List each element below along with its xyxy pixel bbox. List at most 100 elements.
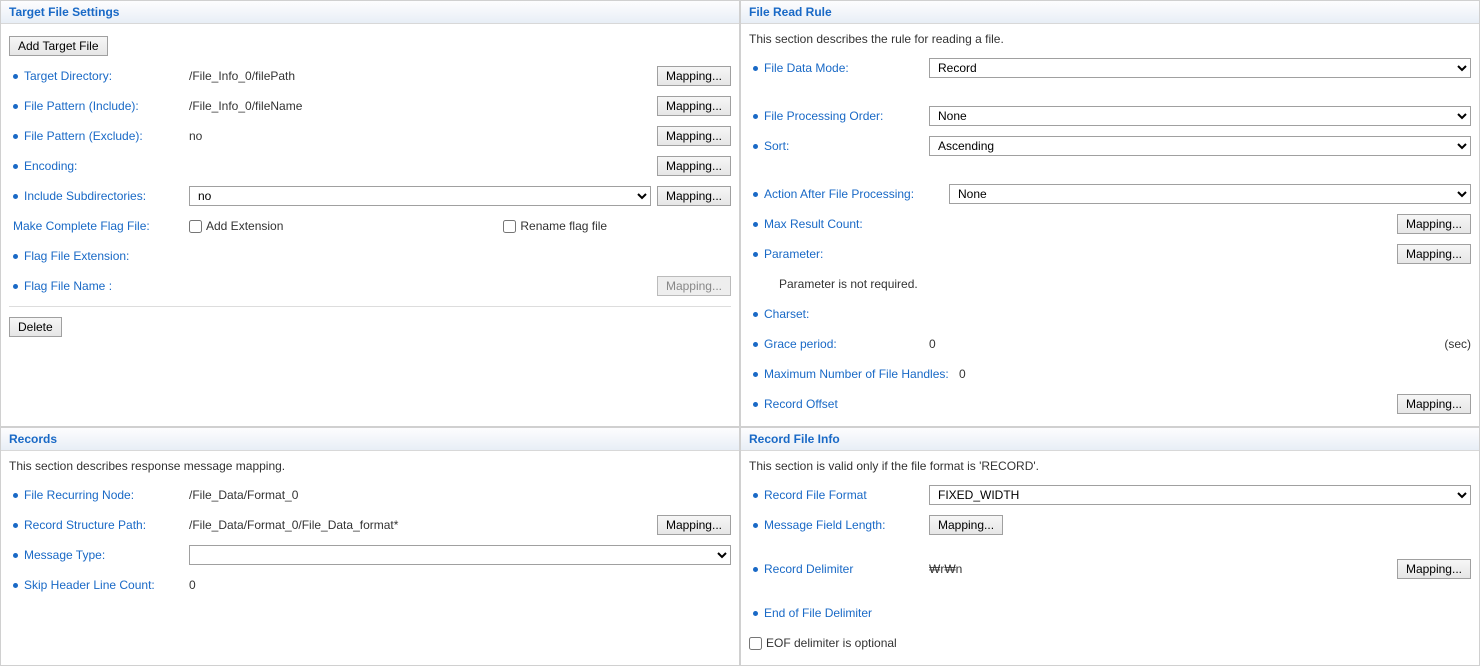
message-field-length-label: Message Field Length: (764, 518, 885, 532)
bullet-icon (13, 553, 18, 558)
charset-label: Charset: (764, 307, 809, 321)
bullet-icon (753, 523, 758, 528)
eof-optional-checkbox[interactable] (749, 637, 762, 650)
parameter-mapping-button[interactable]: Mapping... (1397, 244, 1471, 264)
bullet-icon (753, 372, 758, 377)
file-read-rule-title: File Read Rule (741, 1, 1479, 24)
file-recurring-node-value: /File_Data/Format_0 (189, 488, 298, 502)
file-pattern-exclude-label: File Pattern (Exclude): (24, 129, 143, 143)
bullet-icon (753, 114, 758, 119)
record-file-info-desc: This section is valid only if the file f… (749, 459, 1471, 473)
grace-period-value: 0 (929, 337, 936, 351)
bullet-icon (13, 74, 18, 79)
flag-file-extension-label: Flag File Extension: (24, 249, 129, 263)
record-file-format-label: Record File Format (764, 488, 867, 502)
file-pattern-exclude-value: no (189, 129, 202, 143)
message-field-length-mapping-button[interactable]: Mapping... (929, 515, 1003, 535)
record-structure-path-value: /File_Data/Format_0/File_Data_format* (189, 518, 398, 532)
record-structure-path-mapping-button[interactable]: Mapping... (657, 515, 731, 535)
file-data-mode-label: File Data Mode: (764, 61, 849, 75)
records-panel: Records This section describes response … (0, 427, 740, 666)
parameter-label: Parameter: (764, 247, 823, 261)
bullet-icon (13, 583, 18, 588)
message-type-label: Message Type: (24, 548, 105, 562)
include-subdirectories-select[interactable]: no (189, 186, 651, 206)
rename-flag-file-label: Rename flag file (520, 219, 607, 233)
record-delimiter-mapping-button[interactable]: Mapping... (1397, 559, 1471, 579)
records-title: Records (1, 428, 739, 451)
action-after-select[interactable]: None (949, 184, 1471, 204)
file-processing-order-select[interactable]: None (929, 106, 1471, 126)
bullet-icon (13, 164, 18, 169)
target-directory-mapping-button[interactable]: Mapping... (657, 66, 731, 86)
rename-flag-file-checkbox-wrap[interactable]: Rename flag file (503, 219, 607, 233)
delete-button[interactable]: Delete (9, 317, 62, 337)
encoding-mapping-button[interactable]: Mapping... (657, 156, 731, 176)
record-file-info-panel: Record File Info This section is valid o… (740, 427, 1480, 666)
parameter-note: Parameter is not required. (779, 277, 918, 291)
record-delimiter-label: Record Delimiter (764, 562, 853, 576)
max-handles-value: 0 (959, 367, 966, 381)
record-structure-path-label: Record Structure Path: (24, 518, 146, 532)
bullet-icon (13, 194, 18, 199)
record-file-info-title: Record File Info (741, 428, 1479, 451)
record-offset-mapping-button[interactable]: Mapping... (1397, 394, 1471, 414)
bullet-icon (13, 523, 18, 528)
bullet-icon (753, 192, 758, 197)
eof-optional-checkbox-wrap[interactable]: EOF delimiter is optional (749, 636, 897, 650)
grace-period-label: Grace period: (764, 337, 837, 351)
record-delimiter-value: ₩r₩n (929, 562, 962, 576)
eof-optional-label: EOF delimiter is optional (766, 636, 897, 650)
target-directory-label: Target Directory: (24, 69, 112, 83)
rename-flag-file-checkbox[interactable] (503, 220, 516, 233)
bullet-icon (753, 402, 758, 407)
include-subdirectories-label: Include Subdirectories: (24, 189, 146, 203)
file-pattern-include-value: /File_Info_0/fileName (189, 99, 302, 113)
flag-file-name-mapping-button[interactable]: Mapping... (657, 276, 731, 296)
max-result-count-label: Max Result Count: (764, 217, 863, 231)
bullet-icon (753, 493, 758, 498)
max-handles-label: Maximum Number of File Handles: (764, 367, 949, 381)
file-read-rule-panel: File Read Rule This section describes th… (740, 0, 1480, 427)
target-file-settings-panel: Target File Settings Add Target File Tar… (0, 0, 740, 427)
bullet-icon (13, 104, 18, 109)
bullet-icon (13, 493, 18, 498)
eof-delimiter-label: End of File Delimiter (764, 606, 872, 620)
file-processing-order-label: File Processing Order: (764, 109, 883, 123)
file-pattern-exclude-mapping-button[interactable]: Mapping... (657, 126, 731, 146)
action-after-label: Action After File Processing: (764, 187, 914, 201)
bullet-icon (13, 254, 18, 259)
add-extension-checkbox-wrap[interactable]: Add Extension (189, 219, 283, 233)
message-type-select[interactable] (189, 545, 731, 565)
file-pattern-include-label: File Pattern (Include): (24, 99, 139, 113)
skip-header-value: 0 (189, 578, 196, 592)
target-directory-value: /File_Info_0/filePath (189, 69, 295, 83)
file-pattern-include-mapping-button[interactable]: Mapping... (657, 96, 731, 116)
separator (9, 306, 731, 307)
bullet-icon (753, 611, 758, 616)
sort-select[interactable]: Ascending (929, 136, 1471, 156)
add-extension-checkbox[interactable] (189, 220, 202, 233)
encoding-label: Encoding: (24, 159, 77, 173)
file-recurring-node-label: File Recurring Node: (24, 488, 134, 502)
records-desc: This section describes response message … (9, 459, 731, 473)
include-subdirectories-mapping-button[interactable]: Mapping... (657, 186, 731, 206)
bullet-icon (753, 567, 758, 572)
file-read-rule-desc: This section describes the rule for read… (749, 32, 1471, 46)
bullet-icon (753, 342, 758, 347)
add-extension-label: Add Extension (206, 219, 283, 233)
add-target-file-button[interactable]: Add Target File (9, 36, 108, 56)
grace-period-unit: (sec) (1444, 337, 1471, 351)
max-result-count-mapping-button[interactable]: Mapping... (1397, 214, 1471, 234)
sort-label: Sort: (764, 139, 789, 153)
file-data-mode-select[interactable]: Record (929, 58, 1471, 78)
record-file-format-select[interactable]: FIXED_WIDTH (929, 485, 1471, 505)
bullet-icon (753, 252, 758, 257)
record-offset-label: Record Offset (764, 397, 838, 411)
make-complete-flag-label: Make Complete Flag File: (13, 219, 150, 233)
bullet-icon (13, 134, 18, 139)
flag-file-name-label: Flag File Name : (24, 279, 112, 293)
bullet-icon (13, 284, 18, 289)
target-file-settings-title: Target File Settings (1, 1, 739, 24)
bullet-icon (753, 144, 758, 149)
